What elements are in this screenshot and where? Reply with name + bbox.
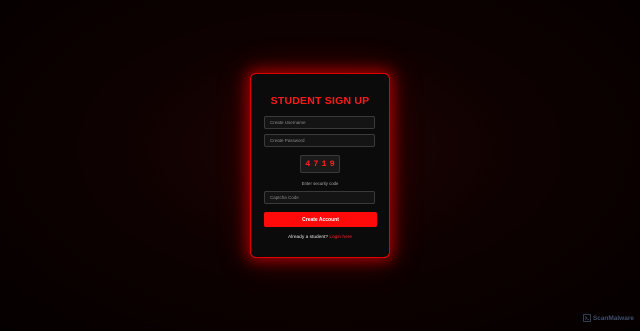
signup-title: STUDENT SIGN UP (270, 95, 370, 107)
watermark: ScanMalware (582, 314, 634, 322)
scanmalware-logo-icon (582, 314, 591, 322)
login-prompt-text: Already a student? (287, 235, 328, 240)
login-prompt: Already a student? Login here (251, 235, 389, 240)
create-account-button[interactable]: Create Account (264, 212, 377, 227)
watermark-text: ScanMalware (592, 314, 634, 322)
captcha-input[interactable] (264, 191, 375, 204)
signup-card: STUDENT SIGN UP 4719 Enter security code… (250, 73, 390, 258)
page: STUDENT SIGN UP 4719 Enter security code… (0, 0, 640, 331)
password-input[interactable] (264, 134, 375, 147)
login-link[interactable]: Login here (329, 235, 352, 240)
captcha-image: 4719 (300, 155, 340, 173)
captcha-hint: Enter security code (301, 181, 339, 186)
username-input[interactable] (264, 116, 375, 129)
